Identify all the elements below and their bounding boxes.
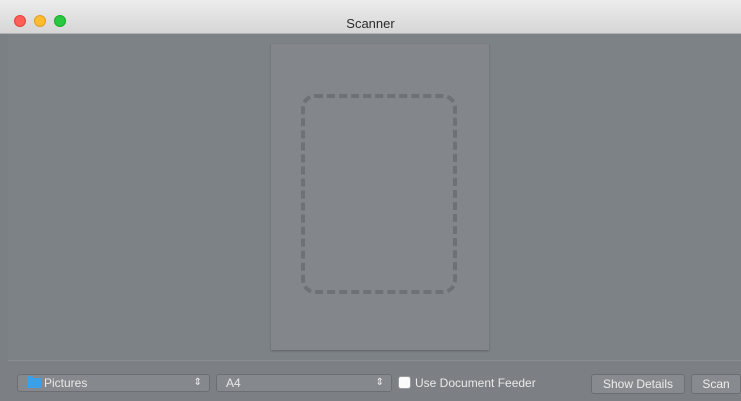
scan-preview-page xyxy=(271,44,489,350)
title-bar[interactable]: Scanner xyxy=(0,0,741,34)
destination-value: Pictures xyxy=(44,376,88,390)
paper-size-value: A4 xyxy=(226,376,241,390)
destination-popup[interactable]: Pictures ⇕ xyxy=(17,374,210,392)
document-feeder-label[interactable]: Use Document Feeder xyxy=(415,375,536,391)
scan-button[interactable]: Scan xyxy=(691,374,741,394)
show-details-button[interactable]: Show Details xyxy=(591,374,685,394)
scan-selection-marquee[interactable] xyxy=(301,94,457,294)
window-title: Scanner xyxy=(346,16,395,31)
scanner-window: Scanner Pictures ⇕ A4 ⇕ Use Document Fee… xyxy=(0,0,741,401)
document-feeder-checkbox[interactable] xyxy=(398,376,411,389)
folder-icon xyxy=(27,376,41,388)
popup-stepper-icon: ⇕ xyxy=(193,377,202,388)
popup-stepper-icon: ⇕ xyxy=(375,377,384,388)
paper-size-popup[interactable]: A4 ⇕ xyxy=(216,374,392,392)
bottom-divider xyxy=(8,360,741,361)
